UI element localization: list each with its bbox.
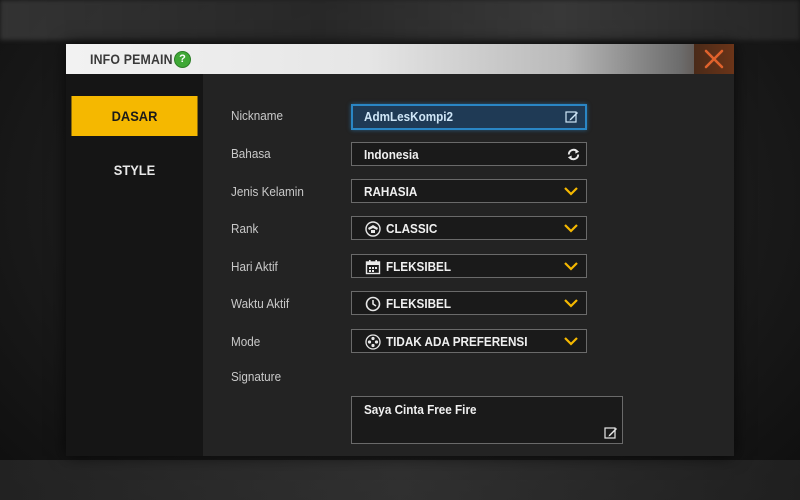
edit-icon [565, 111, 578, 123]
active-time-value: FLEKSIBEL [386, 296, 452, 311]
help-icon[interactable]: ? [174, 51, 191, 68]
chevron-down-icon [564, 299, 578, 308]
mode-select[interactable]: TIDAK ADA PREFERENSI [351, 329, 587, 353]
dialog-title: INFO PEMAIN [90, 51, 173, 67]
chevron-down-icon [564, 262, 578, 271]
calendar-icon [365, 260, 381, 275]
chevron-down-icon [564, 187, 578, 196]
active-time-select[interactable]: FLEKSIBEL [351, 291, 587, 315]
nickname-label: Nickname [231, 108, 284, 123]
nickname-input[interactable]: AdmLesKompi2 [351, 104, 587, 130]
language-value: Indonesia [364, 147, 419, 162]
signature-textarea[interactable]: Saya Cinta Free Fire [351, 396, 623, 444]
gender-select[interactable]: RAHASIA [351, 179, 587, 203]
sidebar: DASAR STYLE [66, 74, 203, 456]
dialog-header: INFO PEMAIN ? [66, 44, 734, 74]
background-bottom [0, 460, 800, 500]
mode-icon [365, 334, 381, 350]
active-days-select[interactable]: FLEKSIBEL [351, 254, 587, 278]
gender-value: RAHASIA [364, 184, 418, 199]
background-top [0, 0, 800, 40]
mode-value: TIDAK ADA PREFERENSI [386, 334, 528, 349]
tab-dasar[interactable]: DASAR [71, 96, 198, 136]
close-button[interactable] [694, 44, 734, 74]
signature-label: Signature [231, 369, 282, 384]
chevron-down-icon [564, 337, 578, 346]
gender-label: Jenis Kelamin [231, 184, 304, 199]
clock-icon [365, 296, 381, 312]
tab-style[interactable]: STYLE [71, 150, 197, 190]
language-label: Bahasa [231, 146, 271, 161]
active-time-label: Waktu Aktif [231, 296, 290, 311]
player-info-dialog: INFO PEMAIN ? DASAR STYLE Nickname AdmLe… [66, 44, 734, 456]
rank-label: Rank [231, 221, 259, 236]
edit-icon[interactable] [604, 426, 618, 440]
rank-value: CLASSIC [386, 221, 438, 236]
chevron-down-icon [564, 224, 578, 233]
nickname-value: AdmLesKompi2 [364, 109, 454, 124]
active-days-label: Hari Aktif [231, 259, 278, 274]
refresh-icon [567, 148, 580, 161]
rank-icon [365, 221, 381, 237]
rank-select[interactable]: CLASSIC [351, 216, 587, 240]
signature-value: Saya Cinta Free Fire [364, 402, 477, 417]
language-select[interactable]: Indonesia [351, 142, 587, 166]
active-days-value: FLEKSIBEL [386, 259, 452, 274]
close-icon [704, 49, 724, 69]
mode-label: Mode [231, 334, 261, 349]
form-content: Nickname AdmLesKompi2 Bahasa Indonesia J… [203, 74, 734, 456]
